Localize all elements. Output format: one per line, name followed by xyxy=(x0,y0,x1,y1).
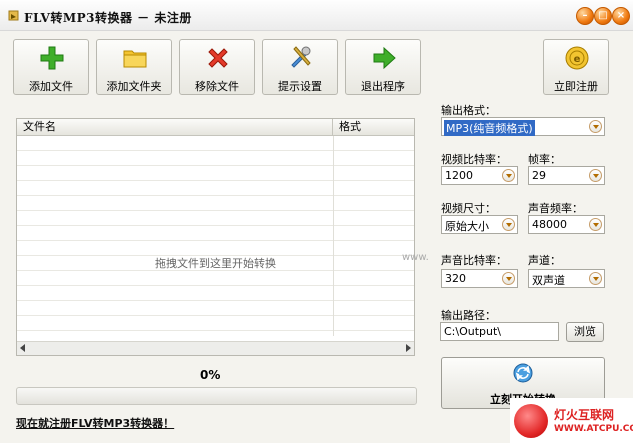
chevron-down-icon[interactable] xyxy=(502,218,515,231)
register-now-label: 立即注册 xyxy=(554,80,598,93)
arrow-right-icon xyxy=(373,46,396,70)
app-window: 添加文件 添加文件夹 移除文件 提示设置 退出程序 e 立即注册 文件名 格式 … xyxy=(0,31,633,443)
chevron-down-icon[interactable] xyxy=(589,169,602,182)
watermark-name: 灯火互联网 xyxy=(554,408,615,422)
audio-bitrate-label: 声音比特率： xyxy=(441,254,507,267)
column-header-format[interactable]: 格式 xyxy=(334,119,414,135)
register-now-button[interactable]: e 立即注册 xyxy=(543,39,609,95)
horizontal-scrollbar[interactable] xyxy=(17,341,414,355)
channel-value: 双声道 xyxy=(532,274,565,287)
column-divider xyxy=(333,136,334,336)
file-list-header: 文件名 格式 xyxy=(17,119,414,136)
video-size-label: 视频尺寸： xyxy=(441,202,496,215)
minimize-button[interactable]: – xyxy=(576,7,594,25)
browse-button[interactable]: 浏览 xyxy=(566,322,604,342)
chevron-down-icon[interactable] xyxy=(589,272,602,285)
tools-icon xyxy=(291,46,311,68)
remove-file-label: 移除文件 xyxy=(195,80,239,93)
audio-frequency-select[interactable]: 48000 xyxy=(528,215,605,234)
progress-percent: 0% xyxy=(200,368,221,382)
chevron-down-icon[interactable] xyxy=(589,218,602,231)
red-x-icon xyxy=(208,48,228,68)
app-icon xyxy=(8,10,19,21)
add-file-label: 添加文件 xyxy=(29,80,73,93)
audio-bitrate-select[interactable]: 320 xyxy=(441,269,518,288)
output-path-input[interactable]: C:\Output\ xyxy=(440,322,559,341)
coin-icon: e xyxy=(565,46,589,70)
audio-bitrate-value: 320 xyxy=(445,272,466,285)
minimize-icon: – xyxy=(582,10,588,21)
prompt-settings-button[interactable]: 提示设置 xyxy=(262,39,338,95)
add-folder-button[interactable]: 添加文件夹 xyxy=(96,39,172,95)
refresh-icon xyxy=(513,363,533,383)
channel-label: 声道： xyxy=(528,254,561,267)
maximize-button[interactable]: □ xyxy=(594,7,612,25)
watermark-url: WWW.ATCPU.COM xyxy=(554,424,633,434)
scroll-left-icon[interactable] xyxy=(20,344,25,352)
audio-frequency-label: 声音频率： xyxy=(528,202,583,215)
scroll-right-icon[interactable] xyxy=(406,344,411,352)
chevron-down-icon[interactable] xyxy=(502,272,515,285)
prompt-settings-label: 提示设置 xyxy=(278,80,322,93)
chevron-down-icon[interactable] xyxy=(502,169,515,182)
video-size-select[interactable]: 原始大小 xyxy=(441,215,518,234)
close-icon: × xyxy=(616,10,626,21)
frame-rate-label: 帧率： xyxy=(528,153,561,166)
output-format-label: 输出格式： xyxy=(441,104,496,117)
add-folder-label: 添加文件夹 xyxy=(106,80,162,93)
close-button[interactable]: × xyxy=(612,7,630,25)
column-header-filename[interactable]: 文件名 xyxy=(17,119,333,135)
exit-program-label: 退出程序 xyxy=(361,80,405,93)
frame-rate-select[interactable]: 29 xyxy=(528,166,605,185)
window-title: FLV转MP3转换器 － 未注册 xyxy=(24,11,192,25)
video-size-value: 原始大小 xyxy=(445,220,489,233)
progress-bar xyxy=(16,387,417,405)
exit-program-button[interactable]: 退出程序 xyxy=(345,39,421,95)
audio-frequency-value: 48000 xyxy=(532,218,567,231)
watermark: 灯火互联网 WWW.ATCPU.COM xyxy=(510,398,633,443)
add-file-button[interactable]: 添加文件 xyxy=(13,39,89,95)
drop-hint: 拖拽文件到这里开始转换 xyxy=(155,257,276,270)
remove-file-button[interactable]: 移除文件 xyxy=(179,39,255,95)
output-format-value: MP3(纯音频格式) xyxy=(444,120,535,136)
file-list-rows xyxy=(17,136,414,336)
maximize-icon: □ xyxy=(598,10,608,21)
title-bar: FLV转MP3转换器 － 未注册 – □ × xyxy=(0,0,633,31)
video-bitrate-label: 视频比特率： xyxy=(441,153,507,166)
overlay-url-text: www. xyxy=(402,252,429,263)
output-path-label: 输出路径： xyxy=(441,309,496,322)
video-bitrate-value: 1200 xyxy=(445,169,473,182)
chevron-down-icon[interactable] xyxy=(589,120,602,133)
plus-icon xyxy=(40,46,64,70)
file-list[interactable]: 文件名 格式 拖拽文件到这里开始转换 xyxy=(16,118,415,356)
svg-text:e: e xyxy=(574,54,581,65)
output-path-value: C:\Output\ xyxy=(444,325,502,338)
channel-select[interactable]: 双声道 xyxy=(528,269,605,288)
output-format-select[interactable]: MP3(纯音频格式) xyxy=(441,117,605,136)
register-link[interactable]: 现在就注册FLV转MP3转换器！ xyxy=(16,415,174,431)
folder-icon xyxy=(123,50,147,68)
frame-rate-value: 29 xyxy=(532,169,546,182)
watermark-logo-icon xyxy=(514,404,548,438)
video-bitrate-select[interactable]: 1200 xyxy=(441,166,518,185)
